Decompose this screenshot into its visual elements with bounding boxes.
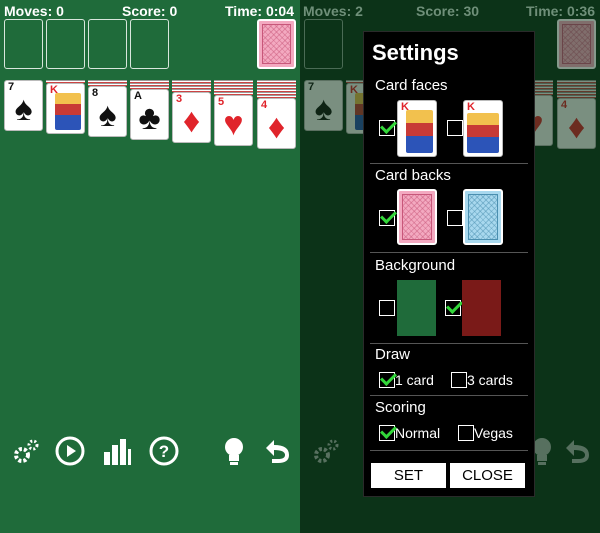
draw-3-cards-label[interactable]: 3 cards [467,372,513,388]
tableau-card[interactable]: 7 ♠ [304,80,343,131]
hint-icon[interactable] [216,433,252,469]
foundation-slot-2[interactable] [46,19,85,69]
settings-icon [308,433,344,469]
scoring-normal-label[interactable]: Normal [395,425,440,441]
foundation-slot-4[interactable] [130,19,169,69]
card-suit: ♠ [98,96,117,134]
tableau-card[interactable]: 4 ♦ [557,98,596,149]
card-suit: ♥ [223,105,244,143]
tableau-card[interactable]: 8 ♠ [88,86,127,137]
stats-icon[interactable] [99,433,135,469]
score-counter: Score: 30 [416,3,480,19]
moves-counter: Moves: 0 [4,3,64,19]
card-faces-option-2-checkbox[interactable] [447,120,463,136]
card-back-blue-checkbox[interactable] [447,210,463,226]
background-red-checkbox[interactable] [445,300,461,316]
timer: Time: 0:36 [526,3,595,19]
card-suit: ♠ [314,90,333,128]
card-suit: ♦ [567,108,586,146]
moves-counter: Moves: 2 [303,3,363,19]
card-rank: K [467,101,475,113]
tableau-card[interactable]: A ♣ [130,89,169,140]
divider [370,343,528,344]
undo-icon [559,433,595,469]
card-back-pink[interactable] [397,189,437,245]
stock-pile[interactable] [557,19,596,69]
settings-icon[interactable] [8,433,44,469]
dialog-title: Settings [372,40,459,65]
background-label: Background [375,257,456,274]
background-red-swatch[interactable] [462,280,501,336]
king-face-image [406,110,433,153]
foundation-slot-1[interactable] [4,19,43,69]
card-face-preview-large[interactable]: K [463,100,503,157]
card-suit: ♦ [182,102,201,140]
draw-1-card-label[interactable]: 1 card [395,372,434,388]
svg-text:?: ? [159,442,169,461]
tableau-card[interactable]: 3 ♦ [172,92,211,143]
card-back-pink-checkbox[interactable] [379,210,395,226]
settings-dialog: Settings Card faces K K Card backs Backg… [363,31,535,497]
play-icon[interactable] [52,433,88,469]
stock-pile[interactable] [257,19,296,69]
card-backs-label: Card backs [375,167,451,184]
divider [370,163,528,164]
draw-1-card-checkbox[interactable] [379,372,395,388]
foundation-slot-1[interactable] [304,19,343,69]
help-icon[interactable]: ? [146,433,182,469]
background-green-swatch[interactable] [397,280,436,336]
background-green-checkbox[interactable] [379,300,395,316]
card-suit: ♣ [138,99,161,137]
card-faces-label: Card faces [375,77,448,94]
card-suit: ♠ [14,90,33,128]
card-face-preview-classic[interactable]: K [397,100,437,157]
foundation-slot-3[interactable] [88,19,127,69]
undo-icon[interactable] [259,433,295,469]
draw-3-cards-checkbox[interactable] [451,372,467,388]
divider [370,252,528,253]
scoring-vegas-label[interactable]: Vegas [474,425,513,441]
timer: Time: 0:04 [225,3,294,19]
card-faces-option-1-checkbox[interactable] [379,120,395,136]
close-button[interactable]: CLOSE [450,463,525,488]
card-suit: ♦ [267,108,286,146]
game-board-left: Moves: 0 Score: 0 Time: 0:04 7 ♠ K 8 ♠ A ♣ 3 ♦ 5 ♥… [0,0,300,533]
draw-label: Draw [375,346,411,363]
card-back-blue[interactable] [463,189,503,245]
tableau-card[interactable]: K [46,83,85,134]
score-counter: Score: 0 [122,3,178,19]
divider [370,395,528,396]
tableau-card[interactable]: 4 ♦ [257,98,296,149]
set-button[interactable]: SET [371,463,446,488]
scoring-vegas-checkbox[interactable] [458,425,474,441]
king-face-image [55,93,81,130]
tableau-card[interactable]: 5 ♥ [214,95,253,146]
king-face-image [467,113,499,153]
scoring-normal-checkbox[interactable] [379,425,395,441]
scoring-label: Scoring [375,399,426,416]
divider [370,450,528,451]
tableau-card[interactable]: 7 ♠ [4,80,43,131]
